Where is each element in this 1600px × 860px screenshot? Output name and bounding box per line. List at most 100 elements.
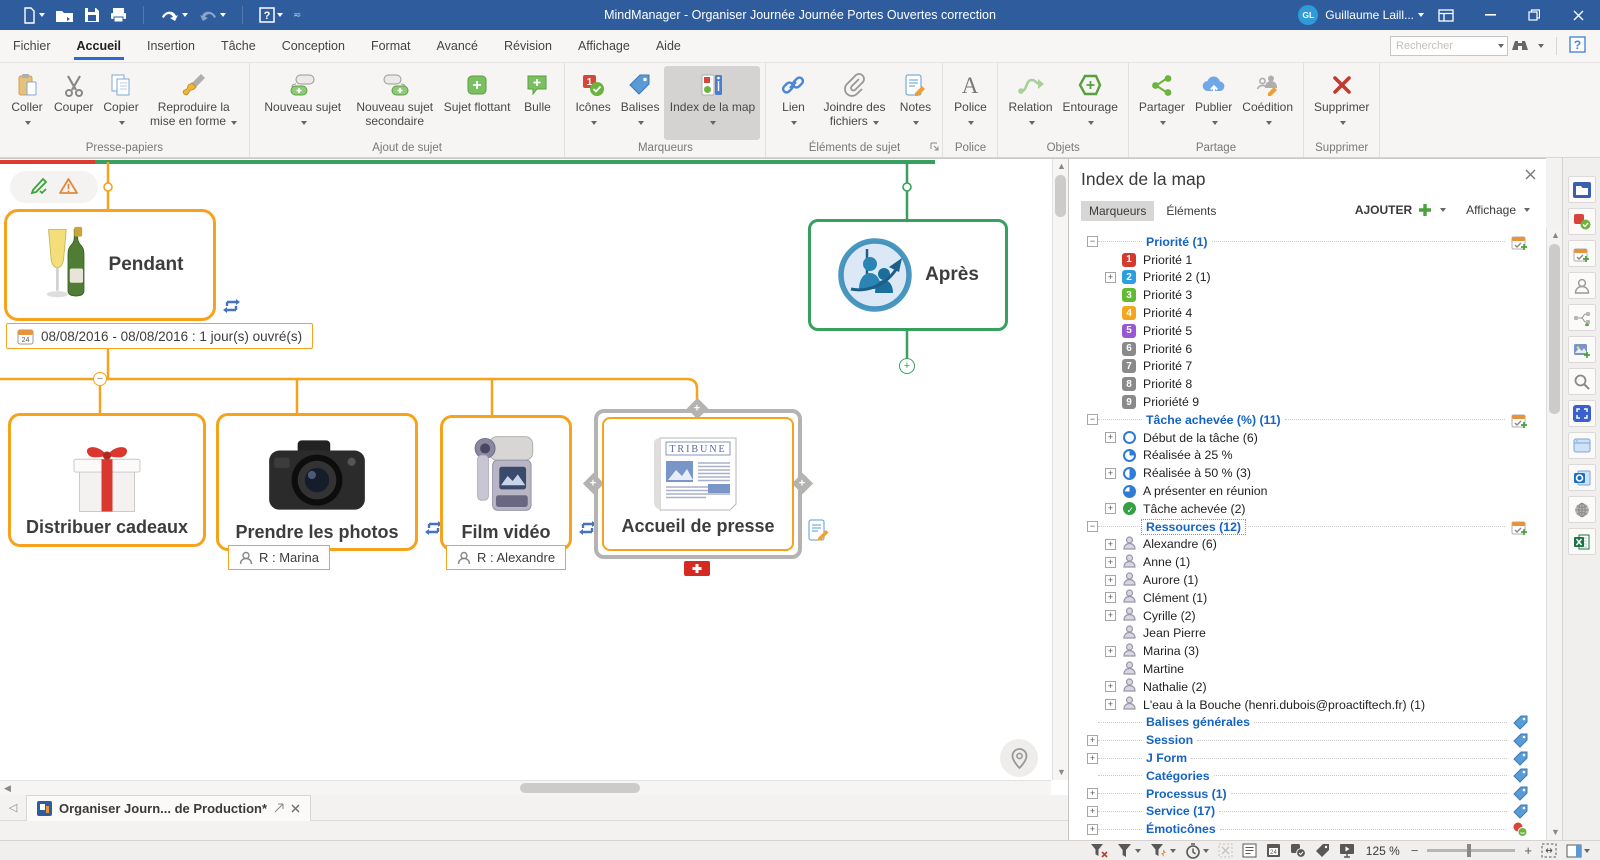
font-button[interactable]: APolice — [948, 66, 992, 140]
notes-button[interactable]: Notes — [893, 66, 937, 140]
marker-item[interactable]: 3 Priorité 3 — [1069, 286, 1546, 304]
panel-scrollbar[interactable]: ▲ ▼ — [1546, 228, 1562, 840]
marker-item[interactable]: L'eau à la Bouche (henri.dubois@proactif… — [1069, 696, 1546, 714]
delete-button[interactable]: Supprimer — [1309, 66, 1374, 140]
ribbon-tab[interactable]: Fichier — [0, 31, 64, 61]
marker-item[interactable]: Réalisée à 50 % (3) — [1069, 464, 1546, 482]
map-parts-tab-icon[interactable] — [1568, 304, 1596, 331]
marker-item[interactable]: Nathalie (2) — [1069, 678, 1546, 696]
marker-item[interactable]: Clément (1) — [1069, 589, 1546, 607]
scrollbar-thumb[interactable] — [1549, 244, 1560, 414]
topic-notes-icon[interactable] — [808, 519, 829, 546]
customize-toolbar-icon[interactable]: ≂ — [293, 10, 301, 21]
boundary-button[interactable]: Entourage — [1058, 66, 1123, 140]
marker-item[interactable]: Marina (3) — [1069, 642, 1546, 660]
attach-files-button[interactable]: Joindre des fichiers — [815, 66, 893, 140]
expand-icon[interactable] — [1105, 699, 1116, 710]
marker-item[interactable]: Début de la tâche (6) — [1069, 429, 1546, 447]
tag-group-header[interactable]: Émoticônes — [1069, 820, 1546, 838]
map-index-button[interactable]: Index de la map — [664, 66, 760, 140]
close-button[interactable] — [1556, 0, 1600, 30]
map-index-tab-icon[interactable] — [1568, 176, 1596, 203]
timer-icon[interactable] — [1185, 843, 1209, 859]
tag-group-header[interactable]: Catégories — [1069, 767, 1546, 785]
new-subtopic-button[interactable]: Nouveau sujet secondaire — [351, 66, 439, 140]
chevron-down-icon[interactable] — [182, 13, 188, 17]
presentation-icon[interactable] — [1339, 843, 1355, 858]
expand-icon[interactable] — [1087, 806, 1098, 817]
add-to-topics-icon[interactable] — [1505, 519, 1528, 535]
chevron-down-icon[interactable] — [39, 13, 45, 17]
expand-icon[interactable] — [1105, 557, 1116, 568]
expand-icon[interactable] — [1105, 468, 1116, 479]
red-cross-badge[interactable] — [684, 561, 710, 579]
marker-item[interactable]: Réalisée à 25 % — [1069, 447, 1546, 465]
marker-group-header[interactable]: Tâche achevée (%) (11) — [1069, 411, 1546, 429]
open-file-button[interactable] — [55, 8, 74, 23]
minimize-button[interactable] — [1468, 0, 1512, 30]
topic-accueil-de-presse-selected[interactable]: + + + TRIBUNE Accueil de presse — [594, 409, 802, 559]
expand-icon[interactable] — [1105, 503, 1116, 514]
zoom-slider[interactable] — [1427, 849, 1515, 852]
tag-group-header[interactable]: Session — [1069, 731, 1546, 749]
power-filter-icon[interactable] — [1150, 843, 1176, 858]
scroll-down-icon[interactable]: ▼ — [1057, 768, 1066, 777]
undo-button[interactable] — [160, 8, 188, 22]
tags-status-icon[interactable] — [1315, 843, 1330, 858]
library-tab-icon[interactable] — [1568, 336, 1596, 363]
outlook-tab-icon[interactable] — [1568, 464, 1596, 491]
tag-group-header[interactable]: Balises générales — [1069, 714, 1546, 732]
expand-icon[interactable] — [1087, 735, 1098, 746]
floating-topic-button[interactable]: Sujet flottant — [439, 66, 516, 140]
collapse-icon[interactable] — [1087, 521, 1098, 532]
ribbon-tab[interactable]: Accueil — [64, 31, 134, 61]
help-button[interactable]: ? — [259, 7, 283, 23]
chevron-down-icon[interactable] — [1440, 208, 1446, 212]
location-pin-button[interactable] — [1000, 739, 1038, 777]
ribbon-tab[interactable]: Format — [358, 31, 424, 61]
task-info-tab-icon[interactable] — [1568, 240, 1596, 267]
task-date-label[interactable]: 24 08/08/2016 - 08/08/2016 : 1 jour(s) o… — [6, 323, 313, 349]
topic-apres[interactable]: Après — [808, 219, 1008, 331]
marker-item[interactable]: Jean Pierre — [1069, 625, 1546, 643]
marker-item[interactable]: Alexandre (6) — [1069, 536, 1546, 554]
panels-button[interactable] — [1566, 844, 1590, 858]
collapse-icon[interactable] — [1087, 236, 1098, 247]
ribbon-display-button[interactable] — [1424, 0, 1468, 30]
map-canvas[interactable]: Pendant 24 08/08/2016 - 08/08/2016 : 1 j… — [0, 158, 1068, 795]
account-name[interactable]: Guillaume Laill... — [1325, 8, 1414, 22]
tag-group-header[interactable]: J Form — [1069, 749, 1546, 767]
filter-icon[interactable] — [1117, 843, 1141, 858]
marker-item[interactable]: 4 Priorité 4 — [1069, 304, 1546, 322]
collapse-branch-button[interactable]: − — [93, 372, 107, 386]
format-painter-button[interactable]: Reproduire la mise en forme — [144, 66, 244, 140]
new-topic-button[interactable]: Nouveau sujet — [255, 66, 351, 140]
chevron-down-icon[interactable] — [220, 13, 226, 17]
ribbon-tab[interactable]: Aide — [643, 31, 694, 61]
tab-scroll-left-icon[interactable]: ◁ — [0, 801, 26, 814]
marker-item[interactable]: 2 Priorité 2 (1) — [1069, 269, 1546, 287]
ribbon-tab[interactable]: Tâche — [208, 31, 269, 61]
cut-button[interactable]: Couper — [49, 66, 98, 140]
marker-item[interactable]: 1 Priorité 1 — [1069, 251, 1546, 269]
scrollbar-thumb[interactable] — [520, 783, 640, 793]
sync-arrows-icon[interactable] — [222, 299, 241, 317]
topic-distribuer-cadeaux[interactable]: Distribuer cadeaux — [8, 413, 206, 547]
marker-item[interactable]: 8 Priorité 8 — [1069, 375, 1546, 393]
scroll-left-icon[interactable]: ◀ — [4, 784, 11, 793]
redo-button[interactable] — [198, 8, 226, 22]
link-button[interactable]: Lien — [771, 66, 815, 140]
expand-icon[interactable] — [1105, 646, 1116, 657]
resource-label-alexandre[interactable]: R : Alexandre — [446, 545, 566, 570]
canvas-horizontal-scrollbar[interactable]: ◀ — [0, 780, 1051, 795]
tag-group-header[interactable]: Processus (1) — [1069, 785, 1546, 803]
expand-icon[interactable] — [1087, 824, 1098, 835]
marker-item[interactable]: Tâche achevée (2) — [1069, 500, 1546, 518]
ribbon-tab[interactable]: Affichage — [565, 31, 643, 61]
expand-icon[interactable] — [1105, 272, 1116, 283]
expand-icon[interactable] — [1105, 575, 1116, 586]
warning-charm-icon[interactable] — [58, 177, 79, 198]
resource-label-marina[interactable]: R : Marina — [228, 545, 330, 570]
close-panel-icon[interactable] — [1525, 169, 1536, 183]
add-subtopic-button[interactable]: + — [899, 358, 915, 374]
